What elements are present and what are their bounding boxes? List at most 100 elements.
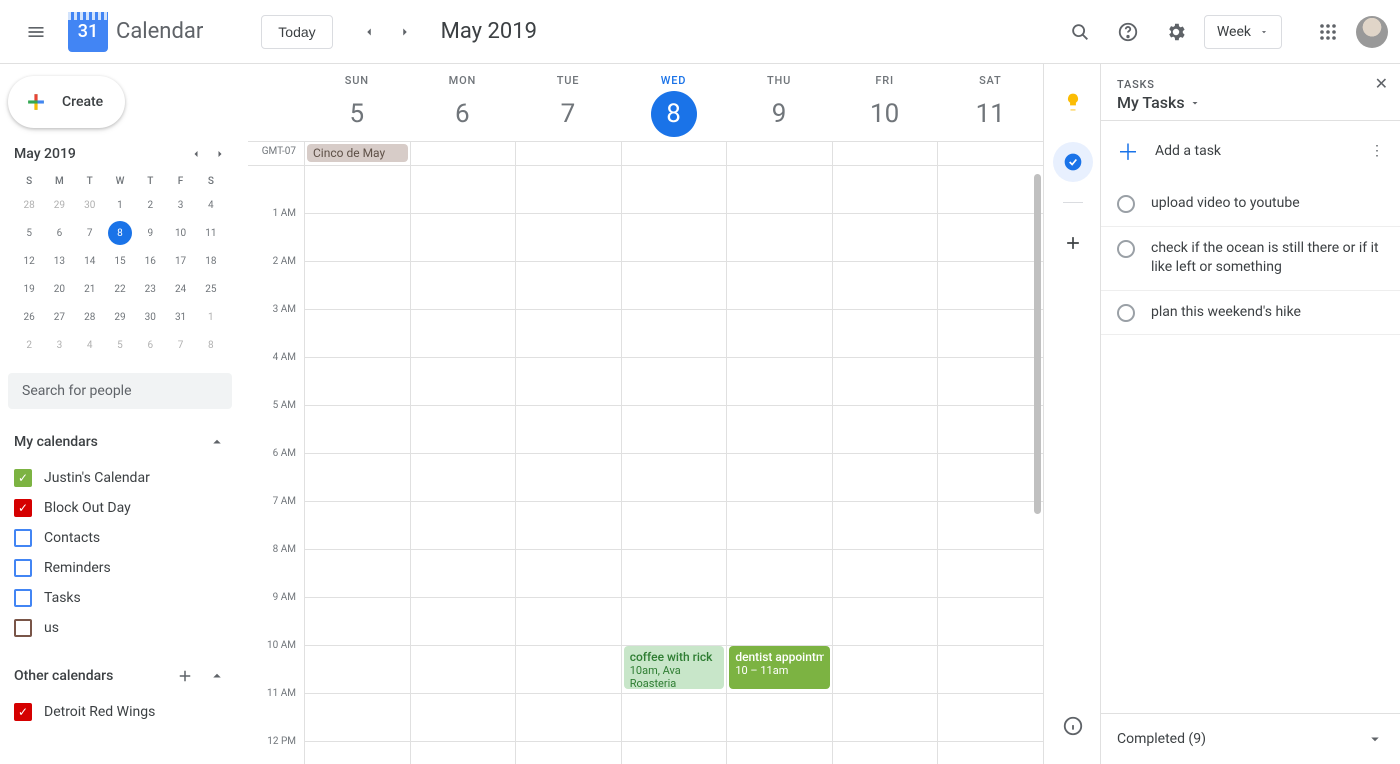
tasks-list-selector[interactable]: My Tasks	[1117, 93, 1384, 112]
mini-day-cell[interactable]: 24	[169, 277, 193, 301]
add-addon-icon[interactable]	[1053, 223, 1093, 263]
calendar-item[interactable]: ✓Block Out Day	[8, 493, 232, 523]
prev-week-button[interactable]	[353, 16, 385, 48]
task-complete-radio[interactable]	[1117, 304, 1135, 322]
day-header[interactable]: MON6	[410, 64, 516, 141]
day-header[interactable]: SAT11	[937, 64, 1043, 141]
mini-day-cell[interactable]: 22	[108, 277, 132, 301]
task-item[interactable]: check if the ocean is still there or if …	[1101, 227, 1400, 291]
info-icon[interactable]	[1053, 706, 1093, 746]
mini-day-cell[interactable]: 1	[108, 193, 132, 217]
calendar-event[interactable]: coffee with rick10am, Ava Roasteria	[624, 646, 725, 689]
day-column[interactable]	[410, 166, 516, 764]
mini-day-cell[interactable]: 7	[78, 221, 102, 245]
other-calendars-toggle[interactable]: Other calendars	[8, 663, 232, 689]
mini-day-cell[interactable]: 27	[47, 305, 71, 329]
mini-day-cell[interactable]: 3	[169, 193, 193, 217]
calendar-checkbox[interactable]	[14, 619, 32, 637]
mini-day-cell[interactable]: 1	[199, 305, 223, 329]
search-icon[interactable]	[1060, 12, 1100, 52]
mini-day-cell[interactable]: 31	[169, 305, 193, 329]
mini-day-cell[interactable]: 26	[17, 305, 41, 329]
scrollbar[interactable]	[1034, 174, 1041, 514]
allday-cell[interactable]	[621, 142, 727, 165]
day-column[interactable]	[304, 166, 410, 764]
day-column[interactable]	[515, 166, 621, 764]
task-item[interactable]: upload video to youtube	[1101, 182, 1400, 227]
mini-day-cell[interactable]: 6	[138, 333, 162, 357]
mini-day-cell[interactable]: 4	[78, 333, 102, 357]
calendar-item[interactable]: ✓Detroit Red Wings	[8, 697, 232, 727]
mini-next-month[interactable]	[214, 148, 226, 160]
day-header[interactable]: FRI10	[832, 64, 938, 141]
day-column[interactable]	[832, 166, 938, 764]
mini-day-cell[interactable]: 19	[17, 277, 41, 301]
mini-day-cell[interactable]: 5	[108, 333, 132, 357]
task-complete-radio[interactable]	[1117, 240, 1135, 258]
mini-day-cell[interactable]: 5	[17, 221, 41, 245]
mini-day-cell[interactable]: 7	[169, 333, 193, 357]
add-task-button[interactable]: ＋ Add a task ⋮	[1101, 121, 1400, 182]
mini-day-cell[interactable]: 6	[47, 221, 71, 245]
mini-day-cell[interactable]: 28	[78, 305, 102, 329]
next-week-button[interactable]	[389, 16, 421, 48]
mini-day-cell[interactable]: 23	[138, 277, 162, 301]
mini-day-cell[interactable]: 18	[199, 249, 223, 273]
mini-day-cell[interactable]: 25	[199, 277, 223, 301]
mini-day-cell[interactable]: 30	[78, 193, 102, 217]
tasks-icon[interactable]	[1053, 142, 1093, 182]
mini-day-cell[interactable]: 3	[47, 333, 71, 357]
calendar-checkbox[interactable]: ✓	[14, 703, 32, 721]
help-icon[interactable]	[1108, 12, 1148, 52]
main-menu-button[interactable]	[12, 8, 60, 56]
calendar-item[interactable]: us	[8, 613, 232, 643]
apps-grid-icon[interactable]	[1308, 12, 1348, 52]
mini-day-cell[interactable]: 15	[108, 249, 132, 273]
completed-toggle[interactable]: Completed (9)	[1101, 713, 1400, 764]
mini-day-cell[interactable]: 12	[17, 249, 41, 273]
calendar-item[interactable]: Tasks	[8, 583, 232, 613]
mini-day-cell[interactable]: 29	[108, 305, 132, 329]
calendar-checkbox[interactable]: ✓	[14, 499, 32, 517]
calendar-item[interactable]: Contacts	[8, 523, 232, 553]
calendar-checkbox[interactable]	[14, 529, 32, 547]
day-column[interactable]: coffee with rick10am, Ava Roasteria	[621, 166, 727, 764]
day-header[interactable]: TUE7	[515, 64, 621, 141]
day-header[interactable]: SUN5	[304, 64, 410, 141]
allday-cell[interactable]	[410, 142, 516, 165]
calendar-event[interactable]: dentist appointment10 – 11am	[729, 646, 830, 689]
mini-day-cell[interactable]: 10	[169, 221, 193, 245]
close-tasks-icon[interactable]: ✕	[1375, 74, 1388, 93]
mini-day-cell[interactable]: 11	[199, 221, 223, 245]
mini-day-cell[interactable]: 13	[47, 249, 71, 273]
account-avatar[interactable]	[1356, 16, 1388, 48]
keep-icon[interactable]	[1053, 82, 1093, 122]
calendar-checkbox[interactable]	[14, 589, 32, 607]
allday-cell[interactable]	[832, 142, 938, 165]
day-column[interactable]: dentist appointment10 – 11am	[726, 166, 832, 764]
day-column[interactable]	[937, 166, 1043, 764]
add-calendar-icon[interactable]	[176, 667, 194, 685]
mini-day-cell[interactable]: 29	[47, 193, 71, 217]
day-header[interactable]: WED8	[621, 64, 727, 141]
mini-day-cell[interactable]: 28	[17, 193, 41, 217]
allday-cell[interactable]	[726, 142, 832, 165]
mini-prev-month[interactable]	[190, 148, 202, 160]
mini-day-cell[interactable]: 8	[199, 333, 223, 357]
allday-cell[interactable]	[937, 142, 1043, 165]
mini-day-cell[interactable]: 8	[108, 221, 132, 245]
create-button[interactable]: Create	[8, 76, 125, 128]
mini-day-cell[interactable]: 4	[199, 193, 223, 217]
task-item[interactable]: plan this weekend's hike	[1101, 291, 1400, 336]
view-selector[interactable]: Week	[1204, 15, 1282, 49]
mini-day-cell[interactable]: 2	[17, 333, 41, 357]
task-menu-icon[interactable]: ⋮	[1370, 143, 1384, 159]
mini-day-cell[interactable]: 14	[78, 249, 102, 273]
calendar-item[interactable]: ✓Justin's Calendar	[8, 463, 232, 493]
settings-icon[interactable]	[1156, 12, 1196, 52]
mini-day-cell[interactable]: 30	[138, 305, 162, 329]
mini-day-cell[interactable]: 17	[169, 249, 193, 273]
search-people-input[interactable]: Search for people	[8, 373, 232, 409]
allday-cell[interactable]	[515, 142, 621, 165]
allday-cell[interactable]: Cinco de May	[304, 142, 410, 165]
